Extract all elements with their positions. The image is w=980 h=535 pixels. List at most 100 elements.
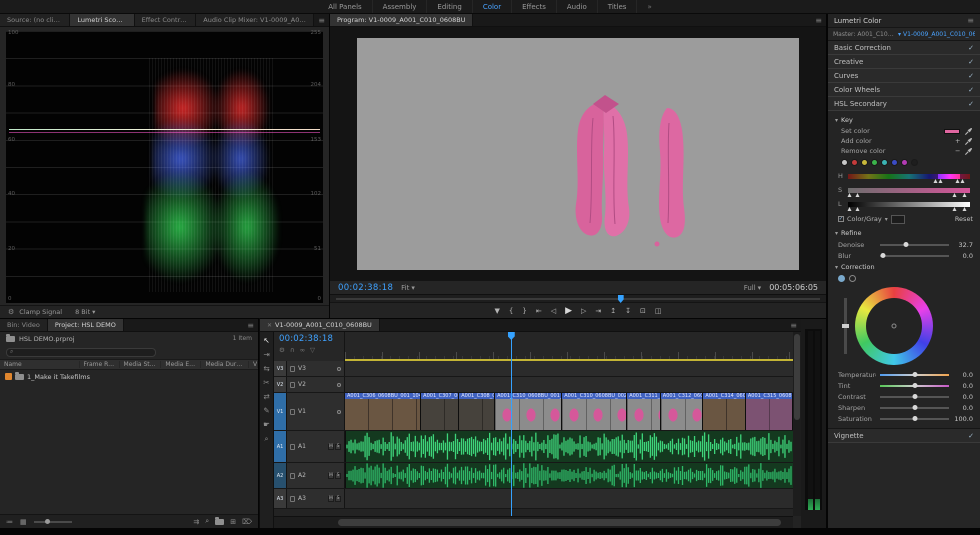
panel-menu-icon[interactable]: ≡ [786,319,801,331]
find-button[interactable]: ⌕ [205,517,209,526]
add-marker-button[interactable]: ▼ [494,307,499,315]
video-clip[interactable]: A001_C312_0608BU_001.mov [661,393,704,430]
mute-button[interactable]: M [328,444,334,450]
range-handle[interactable] [953,207,957,211]
section-color-wheels[interactable]: Color Wheels ✓ [828,83,980,97]
audio-clip-a1[interactable] [345,431,793,462]
section-enabled-check[interactable]: ✓ [968,432,974,440]
lift-button[interactable]: ↥ [610,307,616,315]
preset-swatch[interactable] [851,159,858,166]
program-playhead[interactable] [618,295,624,303]
mute-button[interactable]: M [328,496,334,502]
saturation-value[interactable]: 100.0 [953,415,973,423]
wheel-center-handle[interactable] [892,324,897,329]
track-output-toggle[interactable] [337,383,341,387]
bit-depth-select[interactable]: 8 Bit ▾ [75,308,95,316]
column-media-start[interactable]: Media Start [120,361,162,368]
tab-effect-controls[interactable]: Effect Controls [135,14,197,26]
solo-button[interactable]: S [335,496,341,502]
mute-button[interactable]: M [328,473,334,479]
zoom-tool[interactable]: ⌕ [264,435,268,443]
zoom-level-select[interactable]: Fit ▾ [401,284,415,292]
preset-swatch[interactable] [901,159,908,166]
source-patch-v2[interactable]: V2 [274,377,287,392]
timeline-vertical-scrollbar[interactable] [793,332,801,516]
section-enabled-check[interactable]: ✓ [968,86,974,94]
workspace-tab-titles[interactable]: Titles [597,0,637,13]
sharpen-value[interactable]: 0.0 [953,404,973,412]
panel-menu-icon[interactable]: ≡ [243,319,258,331]
hue-range-slider[interactable] [848,174,970,179]
range-handle[interactable] [933,179,937,183]
icon-view-button[interactable]: ▦ [20,518,27,526]
denoise-value[interactable]: 32.7 [953,241,973,249]
track-content-v2[interactable] [345,377,793,392]
preset-swatch[interactable] [871,159,878,166]
solo-button[interactable]: S [335,473,341,479]
denoise-slider[interactable] [880,244,949,246]
collapse-icon[interactable]: ▾ [835,117,838,124]
color-wheel[interactable] [855,287,933,365]
section-enabled-check[interactable]: ✓ [968,72,974,80]
track-output-toggle[interactable] [337,410,341,414]
three-wheel-mode-button[interactable] [849,275,856,282]
add-marker-icon[interactable]: ▽ [310,346,315,354]
export-frame-button[interactable]: ⊡ [640,307,646,315]
ripple-edit-tool[interactable]: ⇆ [263,365,269,373]
solo-button[interactable]: S [335,444,341,450]
lock-icon[interactable] [290,409,295,415]
lock-icon[interactable] [290,473,295,479]
tab-project-hsl-demo[interactable]: Project: HSL DEMO [48,319,124,331]
panel-menu-icon[interactable]: ≡ [314,14,329,26]
workspace-tab-editing[interactable]: Editing [426,0,471,13]
step-forward-button[interactable]: ▷ [581,307,586,315]
linked-selection-icon[interactable]: ∞ [300,346,305,354]
column-frame-rate[interactable]: Frame Rate [80,361,120,368]
saturation-range-slider[interactable] [848,188,970,193]
source-patch-v1[interactable]: V1 [274,393,287,430]
section-curves[interactable]: Curves ✓ [828,69,980,83]
current-clip-select[interactable]: ▾ V1-0009_A001_C010_060... [898,31,975,38]
section-enabled-check[interactable]: ✓ [968,58,974,66]
tab-audio-clip-mixer[interactable]: Audio Clip Mixer: V1-0009_A001_C010_0608… [196,14,314,26]
track-header-a3[interactable]: A3 M S [287,489,345,508]
eyedropper-icon[interactable] [964,127,973,136]
step-back-button[interactable]: ◁ [551,307,556,315]
temperature-slider[interactable] [880,374,949,376]
delete-button[interactable]: ⌦ [242,518,252,526]
range-handle[interactable] [963,193,967,197]
temperature-value[interactable]: 0.0 [953,371,973,379]
search-input[interactable]: ⌕ [6,348,156,357]
pen-tool[interactable]: ✎ [263,407,269,415]
track-output-toggle[interactable] [337,367,341,371]
mark-in-button[interactable]: { [509,307,513,315]
video-clip[interactable]: A001_C315_0608BU_001.mov [746,393,793,430]
timeline-horizontal-scrollbar[interactable] [274,516,793,528]
slip-tool[interactable]: ⇄ [263,393,269,401]
source-patch-v3[interactable]: V3 [274,361,287,376]
section-enabled-check[interactable]: ✓ [968,100,974,108]
program-timecode[interactable]: 00:02:38:18 [338,283,393,293]
tab-bin-video[interactable]: Bin: Video [0,319,48,331]
tint-value[interactable]: 0.0 [953,382,973,390]
section-creative[interactable]: Creative ✓ [828,55,980,69]
sharpen-slider[interactable] [880,407,949,409]
track-header-v1[interactable]: V1 [287,393,345,430]
workspace-tab-effects[interactable]: Effects [511,0,556,13]
timeline-settings-icon[interactable]: ⚙ [279,346,285,354]
source-patch-a3[interactable]: A3 [274,489,287,508]
preset-swatch[interactable] [861,159,868,166]
timeline-ruler[interactable] [345,332,793,361]
track-header-a1[interactable]: A1 M S [287,431,345,462]
section-hsl-secondary[interactable]: HSL Secondary ✓ [828,97,980,111]
remove-eyedropper-icon[interactable] [964,147,973,156]
playback-resolution-select[interactable]: Full ▾ [744,284,762,292]
video-clip[interactable]: A001_C311_0608BU_001.mov [627,393,661,430]
new-item-button[interactable]: ⊞ [230,518,236,526]
close-icon[interactable]: ✕ [267,322,272,329]
reset-button[interactable]: Reset [955,215,973,223]
new-bin-button[interactable] [215,519,224,525]
chevron-down-icon[interactable]: ▾ [885,216,888,223]
column-media-end[interactable]: Media End [161,361,201,368]
program-scrub-bar[interactable] [330,294,826,302]
